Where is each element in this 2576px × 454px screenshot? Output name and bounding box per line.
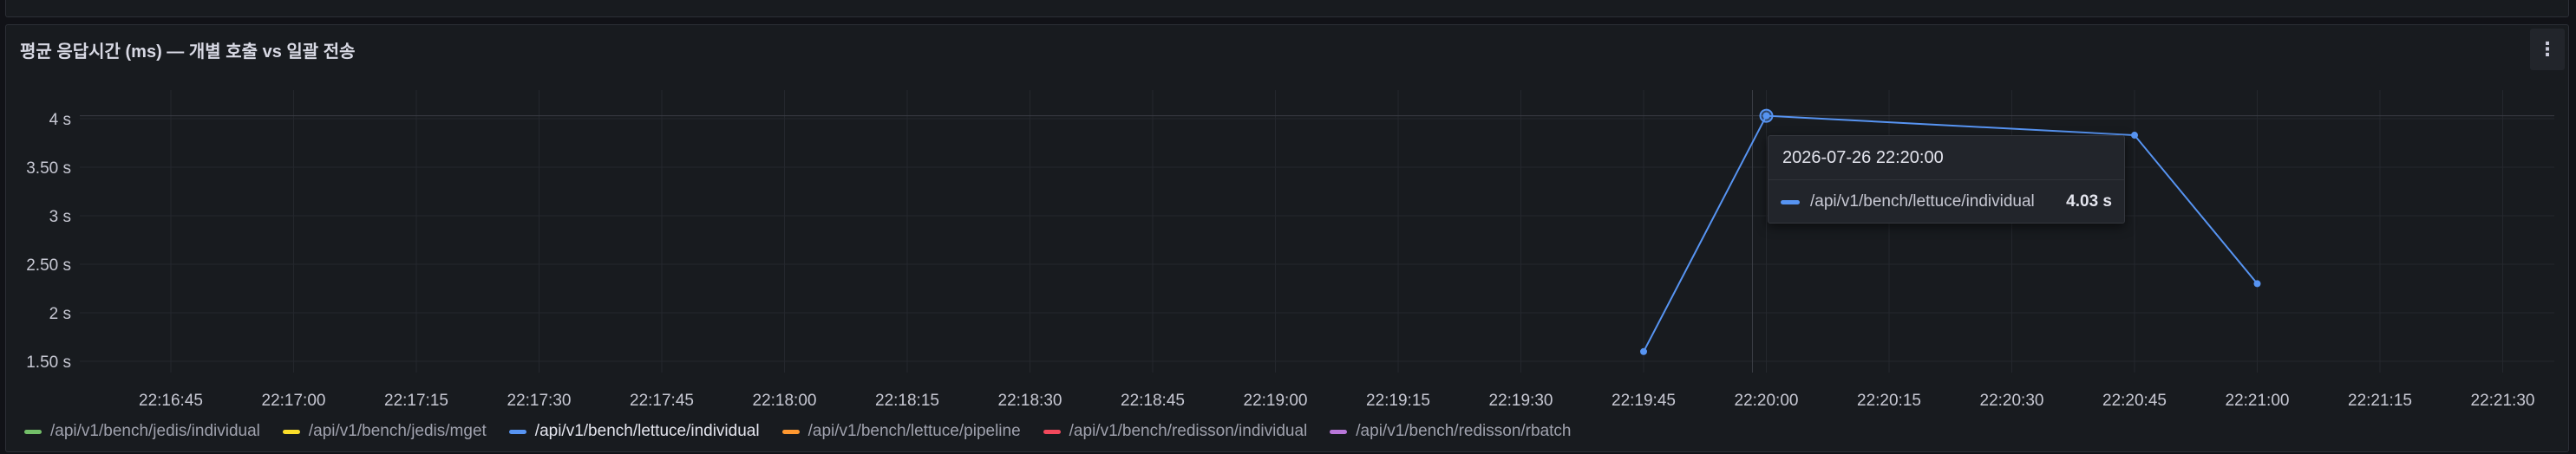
tooltip-time: 2026-07-26 22:20:00 xyxy=(1782,148,1944,167)
legend-label: /api/v1/bench/lettuce/individual xyxy=(534,422,760,440)
legend-swatch xyxy=(1330,429,1348,434)
tooltip-divider xyxy=(1769,179,2124,180)
legend-item[interactable]: /api/v1/bench/jedis/individual xyxy=(24,422,260,441)
x-tick-label: 22:21:15 xyxy=(2348,392,2412,410)
legend-swatch xyxy=(781,429,800,434)
hover-tooltip: 2026-07-26 22:20:00 /api/v1/bench/lettuc… xyxy=(1768,135,2125,224)
legend-label: /api/v1/bench/redisson/rbatch xyxy=(1356,422,1572,440)
y-tick-label: 4 s xyxy=(49,111,71,129)
tooltip-value: 4.03 s xyxy=(2066,192,2112,211)
hover-point xyxy=(1759,108,1774,123)
x-tick-label: 22:18:00 xyxy=(753,392,817,410)
tooltip-series-swatch xyxy=(1781,199,1800,204)
y-tick-label: 1.50 s xyxy=(26,353,71,372)
legend-item[interactable]: /api/v1/bench/jedis/mget xyxy=(282,422,487,441)
legend-swatch xyxy=(1043,429,1061,434)
legend-swatch xyxy=(508,429,526,434)
x-tick-label: 22:20:30 xyxy=(1980,392,2044,410)
x-tick-label: 22:19:00 xyxy=(1244,392,1308,410)
legend-item[interactable]: /api/v1/bench/lettuce/pipeline xyxy=(781,422,1021,441)
y-tick-label: 3.50 s xyxy=(26,159,71,178)
legend-swatch xyxy=(282,429,300,434)
x-tick-label: 22:20:00 xyxy=(1735,392,1799,410)
data-point xyxy=(2253,280,2261,288)
y-tick-label: 2.50 s xyxy=(26,256,71,275)
x-tick-label: 22:17:30 xyxy=(507,392,572,410)
x-tick-label: 22:17:15 xyxy=(384,392,448,410)
legend-label: /api/v1/bench/jedis/individual xyxy=(50,422,260,440)
x-tick-label: 22:18:15 xyxy=(875,392,939,410)
x-tick-label: 22:16:45 xyxy=(139,392,203,410)
chart-area[interactable]: 22:16:45 22:17:00 22:17:15 22:17:30 22:17:45… xyxy=(0,0,2576,454)
tooltip-row: /api/v1/bench/lettuce/individual 4.03 s xyxy=(1781,190,2112,214)
legend-label: /api/v1/bench/lettuce/pipeline xyxy=(807,422,1021,440)
tooltip-series-name: /api/v1/bench/lettuce/individual xyxy=(1810,192,2035,211)
x-tick-label: 22:19:30 xyxy=(1489,392,1553,410)
y-tick-label: 3 s xyxy=(49,208,71,226)
x-tick-label: 22:19:45 xyxy=(1612,392,1676,410)
chart-legend: /api/v1/bench/jedis/individual/api/v1/be… xyxy=(24,419,1594,444)
data-point xyxy=(1640,347,1647,355)
x-tick-label: 22:21:30 xyxy=(2471,392,2535,410)
x-tick-label: 22:21:00 xyxy=(2226,392,2290,410)
x-tick-label: 22:17:45 xyxy=(630,392,694,410)
x-tick-label: 22:19:15 xyxy=(1366,392,1430,410)
legend-item[interactable]: /api/v1/bench/redisson/individual xyxy=(1043,422,1308,441)
legend-label: /api/v1/bench/redisson/individual xyxy=(1069,422,1308,440)
legend-item[interactable]: /api/v1/bench/lettuce/individual xyxy=(508,422,760,441)
legend-label: /api/v1/bench/jedis/mget xyxy=(308,422,487,440)
legend-item[interactable]: /api/v1/bench/redisson/rbatch xyxy=(1330,422,1572,441)
x-tick-label: 22:20:45 xyxy=(2102,392,2167,410)
x-tick-label: 22:20:15 xyxy=(1857,392,1921,410)
x-tick-label: 22:18:45 xyxy=(1121,392,1185,410)
legend-swatch xyxy=(24,429,42,434)
data-point xyxy=(2131,132,2138,139)
y-tick-label: 2 s xyxy=(49,305,71,323)
x-tick-label: 22:17:00 xyxy=(262,392,326,410)
x-tick-label: 22:18:30 xyxy=(998,392,1062,410)
